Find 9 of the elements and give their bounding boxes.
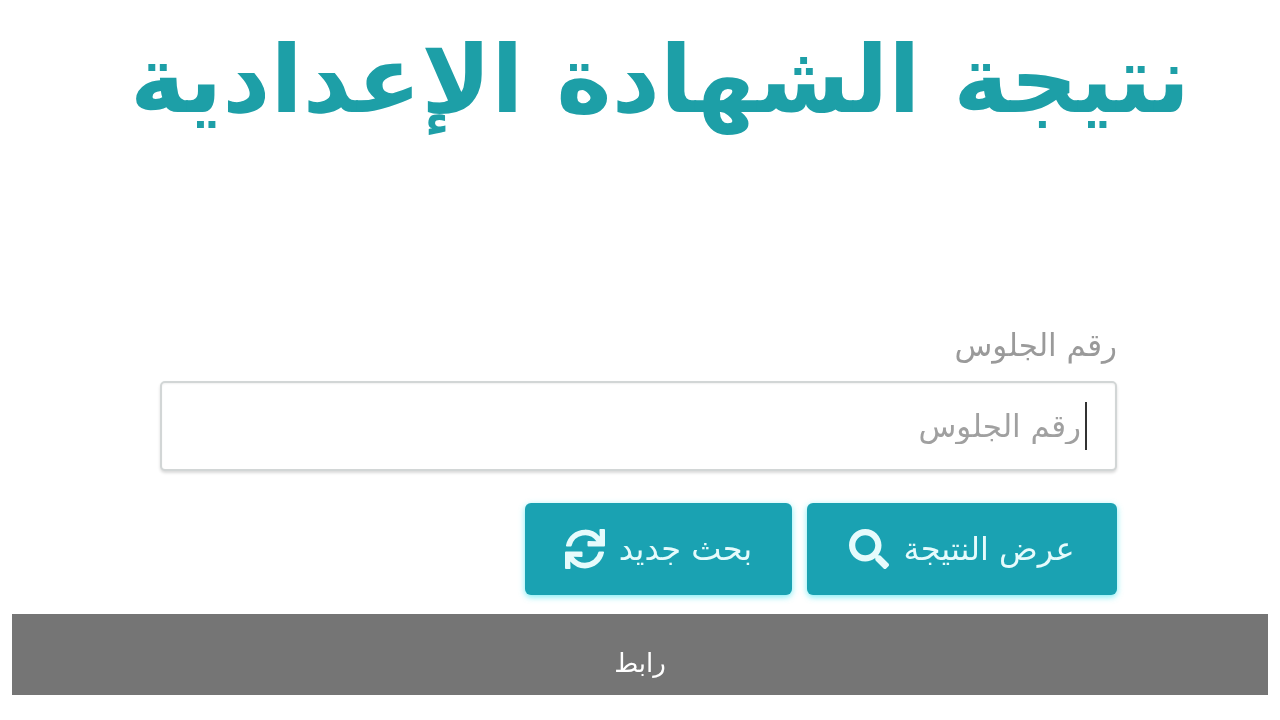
text-cursor-icon xyxy=(1085,402,1087,451)
new-search-button[interactable]: بحث جديد xyxy=(525,503,792,596)
link-bar[interactable]: رابط xyxy=(12,614,1268,696)
search-icon xyxy=(849,529,890,570)
refresh-icon xyxy=(564,529,605,570)
seat-number-field[interactable]: رقم الجلوس xyxy=(160,381,1117,472)
show-result-button[interactable]: عرض النتيجة xyxy=(807,503,1117,596)
field-label: رقم الجلوس xyxy=(954,325,1117,366)
page-title: نتيجة الشهادة الإعدادية xyxy=(130,24,1190,137)
